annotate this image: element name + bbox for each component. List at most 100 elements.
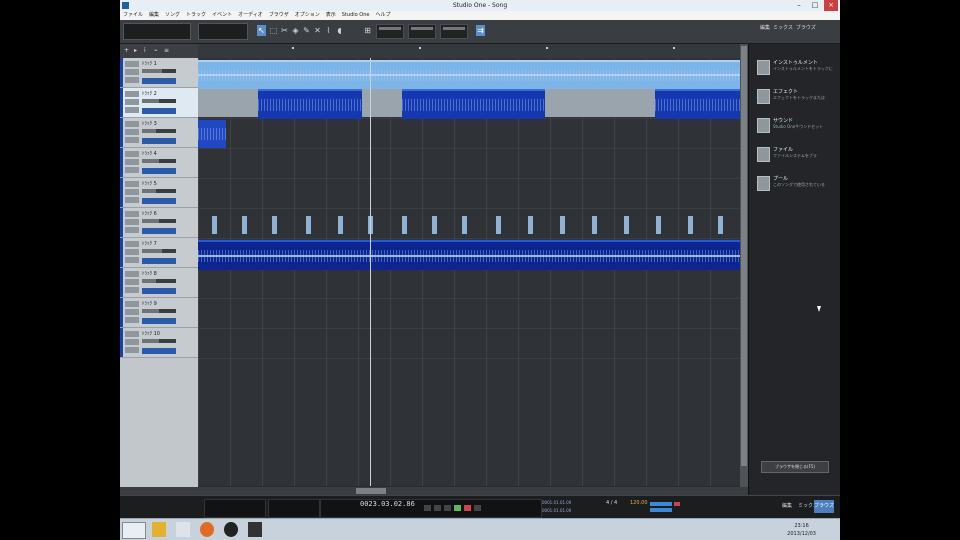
solo-button[interactable] — [125, 219, 139, 225]
menu-item[interactable]: トラック — [186, 12, 206, 18]
footer-tab[interactable]: 編集 — [782, 502, 792, 509]
audio-event[interactable] — [212, 216, 217, 234]
mute-button[interactable] — [125, 301, 139, 307]
audio-event[interactable] — [258, 89, 362, 119]
solo-button[interactable] — [125, 309, 139, 315]
browser-category[interactable]: ファイル ファイルシステムをブラ — [757, 145, 840, 167]
solo-button[interactable] — [125, 99, 139, 105]
solo-button[interactable] — [125, 339, 139, 345]
track-header[interactable]: ﾄﾗｯｸ 9 — [120, 298, 198, 328]
view-tab[interactable]: ブラウズ — [796, 25, 816, 31]
mute-button[interactable] — [125, 151, 139, 157]
audio-event[interactable] — [624, 216, 629, 234]
browser-category[interactable]: インストゥルメント インストゥルメントをトラックに — [757, 58, 840, 80]
timeline-ruler[interactable] — [198, 44, 740, 59]
snap-icon[interactable]: ⊞ — [363, 25, 372, 36]
right-locator[interactable]: 0001.01.01.00 — [542, 508, 571, 513]
close-browser-button[interactable]: ブラウザを閉じる(F5) — [761, 461, 829, 473]
automation-icon[interactable]: ⌁ — [154, 47, 160, 54]
menu-item[interactable]: Studio One — [342, 12, 370, 18]
browser-category[interactable]: サウンド Studio Oneサウンドセット — [757, 116, 840, 138]
minimize-button[interactable]: – — [792, 0, 806, 11]
loop-button[interactable] — [474, 505, 481, 511]
autoscroll-icon[interactable]: ⇉ — [476, 25, 485, 36]
track-header[interactable]: ﾄﾗｯｸ 1 — [120, 58, 198, 88]
view-tab[interactable]: 編集 — [760, 25, 770, 31]
track-header[interactable]: ﾄﾗｯｸ 3 — [120, 118, 198, 148]
audio-event[interactable] — [688, 216, 693, 234]
solo-button[interactable] — [125, 69, 139, 75]
input-selector[interactable] — [142, 228, 176, 234]
mute-button[interactable] — [125, 91, 139, 97]
inspector-icon[interactable]: i — [144, 47, 150, 54]
input-selector[interactable] — [142, 318, 176, 324]
select-tool-icon[interactable]: ↖ — [257, 25, 266, 36]
track-name[interactable]: ﾄﾗｯｸ 2 — [142, 90, 157, 97]
menu-item[interactable]: イベント — [212, 12, 232, 18]
input-selector[interactable] — [142, 108, 176, 114]
track-name[interactable]: ﾄﾗｯｸ 9 — [142, 300, 157, 307]
menu-item[interactable]: ヘルプ — [375, 12, 390, 18]
arrangement-field[interactable] — [198, 23, 248, 40]
audio-event[interactable] — [560, 216, 565, 234]
track-name[interactable]: ﾄﾗｯｸ 6 — [142, 210, 157, 217]
track-header[interactable]: ﾄﾗｯｸ 10 — [120, 328, 198, 358]
track-name[interactable]: ﾄﾗｯｸ 4 — [142, 150, 157, 157]
record-arm-button[interactable] — [125, 77, 139, 83]
listen-tool-icon[interactable]: ◖ — [335, 25, 344, 36]
maximize-button[interactable]: □ — [808, 0, 822, 11]
add-track-icon[interactable]: + — [124, 47, 130, 54]
menu-item[interactable]: オーディオ — [238, 12, 263, 18]
track-header[interactable]: ﾄﾗｯｸ 5 — [120, 178, 198, 208]
record-arm-button[interactable] — [125, 257, 139, 263]
bend-tool-icon[interactable]: ⌇ — [324, 25, 333, 36]
input-selector[interactable] — [142, 288, 176, 294]
browser-category[interactable]: プール このソングで使用されている — [757, 174, 840, 196]
mute-tool-icon[interactable]: ✕ — [313, 25, 322, 36]
menu-item[interactable]: 表示 — [326, 12, 336, 18]
track-header[interactable]: ﾄﾗｯｸ 2 — [120, 88, 198, 118]
audio-event[interactable] — [655, 89, 740, 119]
volume-slider[interactable] — [142, 339, 176, 343]
document-icon[interactable] — [176, 522, 190, 537]
audio-event[interactable] — [242, 216, 247, 234]
input-selector[interactable] — [142, 348, 176, 354]
playhead[interactable] — [370, 58, 371, 486]
audio-event[interactable] — [592, 216, 597, 234]
volume-slider[interactable] — [142, 99, 176, 103]
mute-button[interactable] — [125, 241, 139, 247]
mute-button[interactable] — [125, 211, 139, 217]
record-arm-button[interactable] — [125, 287, 139, 293]
track-header[interactable]: ﾄﾗｯｸ 6 — [120, 208, 198, 238]
audio-event[interactable] — [402, 216, 407, 234]
forward-button[interactable] — [434, 505, 441, 511]
track-name[interactable]: ﾄﾗｯｸ 10 — [142, 330, 160, 337]
audio-event[interactable] — [198, 120, 226, 148]
input-selector[interactable] — [142, 198, 176, 204]
mute-button[interactable] — [125, 181, 139, 187]
track-header[interactable]: ﾄﾗｯｸ 8 — [120, 268, 198, 298]
audio-event[interactable] — [198, 240, 740, 270]
track-header[interactable]: ﾄﾗｯｸ 7 — [120, 238, 198, 268]
mute-button[interactable] — [125, 271, 139, 277]
firefox-icon[interactable] — [200, 522, 214, 537]
input-selector[interactable] — [142, 78, 176, 84]
menu-item[interactable]: ファイル — [123, 12, 143, 18]
time-signature[interactable]: 4 / 4 — [606, 500, 617, 506]
audio-event[interactable] — [528, 216, 533, 234]
mixer-icon[interactable]: ≡ — [164, 47, 170, 54]
start-button[interactable] — [122, 522, 146, 539]
mute-button[interactable] — [125, 331, 139, 337]
eraser-tool-icon[interactable]: ◈ — [291, 25, 300, 36]
menu-item[interactable]: オプション — [295, 12, 320, 18]
record-arm-button[interactable] — [125, 197, 139, 203]
song-name-field[interactable] — [123, 23, 191, 40]
volume-slider[interactable] — [142, 219, 176, 223]
record-button[interactable] — [464, 505, 471, 511]
left-locator[interactable]: 0001.01.01.00 — [542, 500, 571, 505]
menu-item[interactable]: ブラウザ — [269, 12, 289, 18]
volume-slider[interactable] — [142, 189, 176, 193]
audio-event[interactable] — [656, 216, 661, 234]
audio-app-icon[interactable] — [248, 522, 262, 537]
record-arm-button[interactable] — [125, 227, 139, 233]
